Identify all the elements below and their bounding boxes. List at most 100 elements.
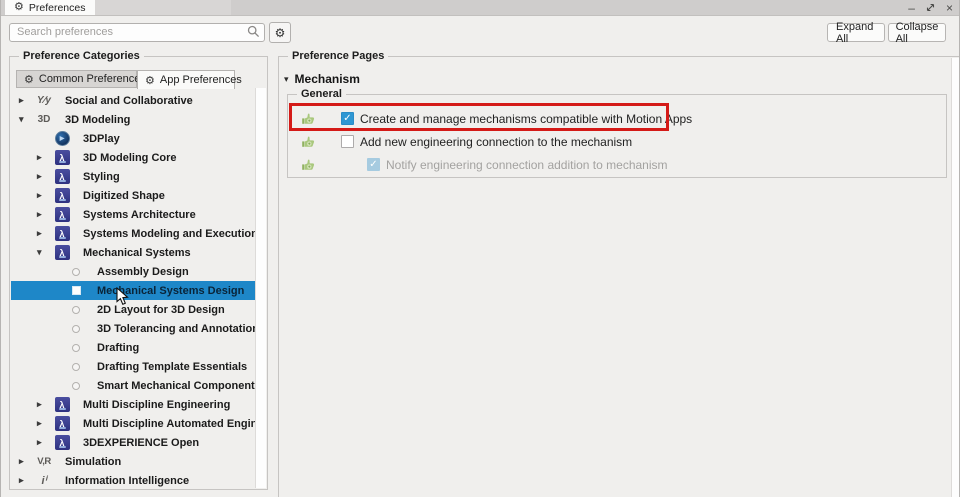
tree-item-label: Digitized Shape bbox=[83, 189, 165, 202]
tree-item[interactable]: ▸ λ Digitized Shape bbox=[11, 186, 256, 205]
tab-app-preferences[interactable]: ⚙ App Preferences bbox=[137, 70, 242, 89]
general-group: General ✓ Create and manage mechanisms c… bbox=[287, 88, 947, 178]
tree-item[interactable]: ▸ λ Systems Modeling and Execution bbox=[11, 224, 256, 243]
mechanism-section-header[interactable]: ▾ Mechanism bbox=[284, 72, 360, 86]
tree-item[interactable]: ▾ λ Mechanical Systems bbox=[11, 243, 256, 262]
gear-icon: ⚙ bbox=[274, 25, 286, 40]
option-label: Add new engineering connection to the me… bbox=[360, 134, 633, 149]
circle-icon bbox=[72, 324, 80, 333]
app-icon: λ bbox=[54, 245, 70, 260]
threeD-icon: 3D bbox=[37, 114, 51, 125]
tree-item[interactable]: ▸ iⁱ Information Intelligence bbox=[11, 471, 256, 488]
social-icon: Y⁄y bbox=[37, 95, 51, 106]
preferences-tab[interactable]: ⚙ Preferences bbox=[5, 0, 95, 15]
tree-item-label: 3D Modeling Core bbox=[83, 151, 177, 164]
pages-scrollbar[interactable] bbox=[951, 58, 959, 497]
collapse-all-button[interactable]: Collapse All bbox=[888, 21, 946, 45]
info-icon: iⁱ bbox=[41, 475, 47, 487]
tree-item-label: Social and Collaborative bbox=[65, 94, 193, 107]
tree-item[interactable]: ▸ λ 3D Modeling Core bbox=[11, 148, 256, 167]
tree-item-label: Styling bbox=[83, 170, 120, 183]
expander-arrow-icon: ▸ bbox=[37, 190, 42, 200]
sim-icon: V,R bbox=[37, 456, 51, 467]
expander-arrow-icon: ▸ bbox=[37, 171, 42, 181]
tree-item[interactable]: ▸ V,R Simulation bbox=[11, 452, 256, 471]
thumb-lock-icon bbox=[301, 158, 315, 172]
app-icon: λ bbox=[54, 207, 70, 222]
preference-option-row[interactable]: ✓ Notify engineering connection addition… bbox=[288, 153, 946, 176]
tree-item-label: Simulation bbox=[65, 455, 122, 468]
expand-all-button[interactable]: Expand All bbox=[827, 21, 885, 45]
category-tree: ▸ Y⁄y Social and Collaborative ▾ 3D 3D M… bbox=[11, 88, 256, 488]
expander-arrow-icon: ▸ bbox=[37, 437, 42, 447]
tree-item[interactable]: Mechanical Systems Design bbox=[11, 281, 256, 300]
circle-icon bbox=[72, 305, 80, 314]
expander-arrow-icon: ▸ bbox=[37, 209, 42, 219]
tree-item-label: Assembly Design bbox=[97, 265, 189, 278]
tree-item[interactable]: Smart Mechanical Components bbox=[11, 376, 256, 395]
tree-item-label: Multi Discipline Engineering bbox=[83, 398, 231, 411]
red-highlight-box bbox=[289, 103, 669, 131]
tree-item[interactable]: ▸ λ Multi Discipline Automated Engin... bbox=[11, 414, 256, 433]
tab-common-preferences[interactable]: ⚙ Common Preferences bbox=[16, 70, 146, 88]
chevron-down-icon: ▾ bbox=[284, 73, 289, 84]
group-title: Preference Categories bbox=[19, 50, 144, 62]
expander-arrow-icon: ▸ bbox=[37, 152, 42, 162]
tree-item-label: Drafting bbox=[97, 341, 140, 354]
tab-label: Common Preferences bbox=[38, 73, 146, 85]
tab-title: Preferences bbox=[28, 1, 86, 14]
tree-item-label: Systems Modeling and Execution bbox=[83, 227, 256, 240]
app-icon: λ bbox=[54, 397, 70, 412]
tree-item[interactable]: ▸ λ Multi Discipline Engineering bbox=[11, 395, 256, 414]
inactive-tab-slot bbox=[91, 0, 231, 15]
tree-item-label: Systems Architecture bbox=[83, 208, 196, 221]
group-title: Preference Pages bbox=[288, 50, 389, 62]
expander-arrow-icon: ▸ bbox=[19, 475, 24, 485]
section-label: Mechanism bbox=[294, 72, 360, 86]
tree-item[interactable]: Assembly Design bbox=[11, 262, 256, 281]
preference-option-row[interactable]: Add new engineering connection to the me… bbox=[288, 130, 946, 153]
tree-item[interactable]: ▸ Y⁄y Social and Collaborative bbox=[11, 91, 256, 110]
resize-icon bbox=[926, 3, 935, 12]
expander-arrow-icon: ▸ bbox=[37, 399, 42, 409]
option-checkbox[interactable]: ✓ bbox=[367, 158, 380, 171]
search-input[interactable] bbox=[9, 22, 265, 42]
option-checkbox[interactable] bbox=[341, 135, 354, 148]
tree-item-label: Information Intelligence bbox=[65, 474, 190, 487]
tree-item-label: 3D Tolerancing and Annotation bbox=[97, 322, 256, 335]
tree-item[interactable]: ▾ 3D 3D Modeling bbox=[11, 110, 256, 129]
title-bar: ⚙ Preferences – × bbox=[1, 0, 959, 16]
app-icon: λ bbox=[54, 188, 70, 203]
search-box bbox=[9, 22, 265, 42]
close-button[interactable]: × bbox=[946, 2, 953, 14]
tree-item[interactable]: ▶ 3DPlay bbox=[11, 129, 256, 148]
tree-item[interactable]: 2D Layout for 3D Design bbox=[11, 300, 256, 319]
app-icon: λ bbox=[54, 169, 70, 184]
square-icon bbox=[71, 286, 81, 295]
expander-arrow-icon: ▸ bbox=[19, 95, 24, 105]
search-options-button[interactable]: ⚙ bbox=[269, 22, 291, 43]
minimize-button[interactable]: – bbox=[908, 2, 915, 14]
mouse-cursor bbox=[116, 286, 129, 311]
tree-item[interactable]: Drafting Template Essentials bbox=[11, 357, 256, 376]
search-icon bbox=[247, 25, 260, 38]
gear-icon: ⚙ bbox=[14, 1, 24, 13]
app-icon: λ bbox=[54, 416, 70, 431]
tree-item[interactable]: Drafting bbox=[11, 338, 256, 357]
tree-item-label: 3D Modeling bbox=[65, 113, 131, 126]
expander-arrow-icon: ▸ bbox=[37, 418, 42, 428]
circle-icon bbox=[72, 381, 80, 390]
circle-icon bbox=[72, 362, 80, 371]
tree-item-label: Drafting Template Essentials bbox=[97, 360, 248, 373]
play-icon: ▶ bbox=[54, 131, 70, 146]
circle-icon bbox=[72, 343, 80, 352]
resize-button[interactable] bbox=[926, 3, 935, 12]
tree-item[interactable]: ▸ λ 3DEXPERIENCE Open bbox=[11, 433, 256, 452]
tree-item[interactable]: ▸ λ Styling bbox=[11, 167, 256, 186]
expander-arrow-icon: ▾ bbox=[19, 114, 24, 124]
tree-scrollbar[interactable] bbox=[255, 88, 266, 488]
expander-arrow-icon: ▾ bbox=[37, 247, 42, 257]
tree-item[interactable]: 3D Tolerancing and Annotation bbox=[11, 319, 256, 338]
tree-item[interactable]: ▸ λ Systems Architecture bbox=[11, 205, 256, 224]
expander-arrow-icon: ▸ bbox=[37, 228, 42, 238]
